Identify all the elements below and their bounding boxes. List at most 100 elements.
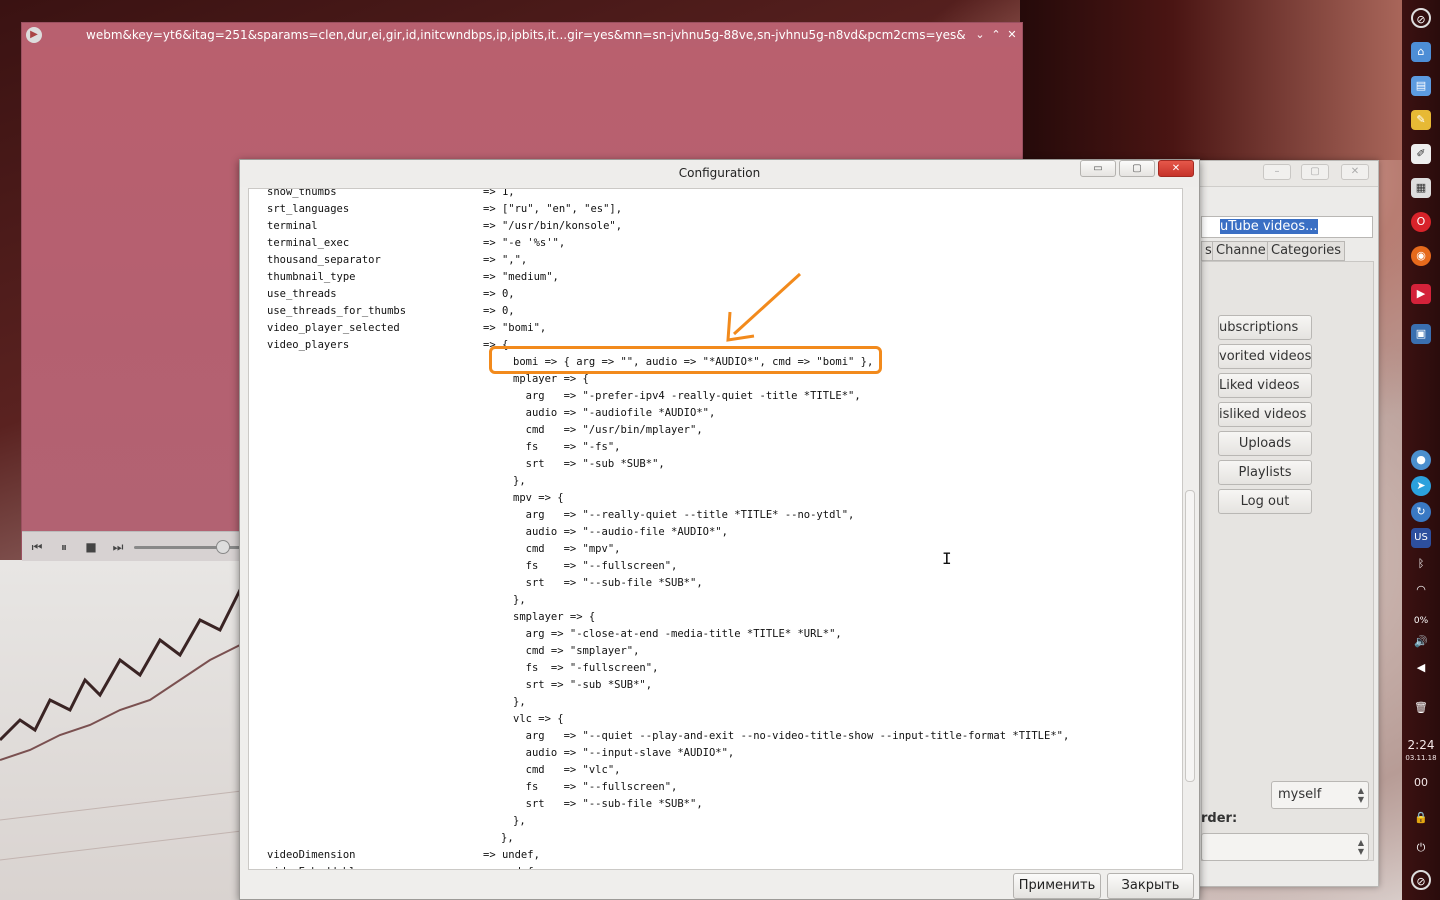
player-controls-bar: ⏮ ⏸ ■ ⏭ [22, 531, 252, 561]
uploads-button[interactable]: Uploads [1218, 431, 1312, 456]
telegram-icon[interactable]: ➤ [1411, 476, 1431, 496]
stop-icon[interactable]: ■ [82, 538, 100, 556]
youtube-icon[interactable]: ▶ [1411, 284, 1431, 304]
order-select[interactable]: ▲ ▼ [1201, 833, 1369, 861]
keyboard-layout-indicator[interactable]: US [1411, 528, 1431, 548]
config-nested-value: bomi => { arg => "", audio => "*AUDIO*",… [513, 356, 874, 368]
pause-icon[interactable]: ⏸ [55, 538, 73, 556]
firefox-icon[interactable]: ◉ [1411, 246, 1431, 266]
wifi-icon[interactable]: ◠ [1411, 580, 1431, 600]
text-editor-icon[interactable]: ✐ [1411, 144, 1431, 164]
config-value: => undef, [483, 849, 540, 861]
launcher-icon[interactable]: ⊘ [1411, 8, 1431, 28]
bomi-logo-icon: ▶ [26, 27, 42, 43]
config-nested-value: srt => "--sub-file *SUB*", [513, 577, 703, 589]
config-key: thousand_separator [267, 254, 381, 266]
liked-videos-button[interactable]: Liked videos [1218, 373, 1312, 398]
config-nested-value: smplayer => { [513, 611, 596, 623]
logout-button[interactable]: Log out [1218, 489, 1312, 514]
config-nested-value: }, [513, 815, 526, 827]
config-value: => "medium", [483, 271, 559, 283]
config-value: => ",", [483, 254, 528, 266]
close-button[interactable]: Закрыть [1107, 873, 1194, 899]
order-label: rder: [1201, 811, 1238, 826]
config-nested-value: arg => "-close-at-end -media-title *TITL… [513, 628, 842, 640]
opera-icon[interactable]: O [1411, 212, 1431, 232]
config-nested-value: mplayer => { [513, 373, 589, 385]
lock-icon[interactable]: 🔒 [1411, 808, 1431, 828]
yt-maximize-button[interactable]: ▢ [1301, 164, 1329, 180]
subscriptions-button[interactable]: ubscriptions [1218, 315, 1312, 340]
calculator-icon[interactable]: ▦ [1411, 178, 1431, 198]
trash-icon[interactable]: 🗑 [1411, 698, 1431, 718]
wallpaper-chart [0, 560, 250, 900]
clock-time[interactable]: 2:24 [1402, 738, 1440, 752]
collapse-arrow-icon[interactable]: ◀ [1411, 658, 1431, 678]
player-titlebar[interactable]: ▶ webm&key=yt6&itag=251&sparams=clen,dur… [22, 23, 1022, 47]
youtube-client-titlebar[interactable]: – ▢ ✕ [1181, 161, 1378, 187]
config-nested-value: cmd => "vlc", [513, 764, 621, 776]
config-nested-value: cmd => "smplayer", [513, 645, 640, 657]
home-folder-icon[interactable]: ⌂ [1411, 42, 1431, 62]
search-input[interactable]: uTube videos... [1201, 216, 1373, 238]
battery-indicator[interactable]: 0% [1411, 608, 1431, 628]
config-nested-value: }, [513, 594, 526, 606]
config-key: terminal [267, 220, 318, 232]
config-key: videoDimension [267, 849, 356, 861]
player-title: webm&key=yt6&itag=251&sparams=clen,dur,e… [86, 28, 966, 42]
player-maximize-button[interactable]: ⌃ [988, 23, 1004, 47]
user-select[interactable]: myself ▲ ▼ [1271, 781, 1369, 809]
config-key: use_threads [267, 288, 337, 300]
favorited-videos-button[interactable]: vorited videos [1218, 344, 1312, 369]
apply-button[interactable]: Применить [1013, 873, 1101, 899]
yt-close-button[interactable]: ✕ [1341, 164, 1369, 180]
config-key: srt_languages [267, 203, 350, 215]
update-icon[interactable]: ↻ [1411, 502, 1431, 522]
config-value: => "bomi", [483, 322, 547, 334]
tab-categories[interactable]: Categories [1267, 241, 1346, 261]
config-titlebar[interactable]: Configuration ▭ ▢ ✕ [240, 160, 1199, 187]
player-close-button[interactable]: ✕ [1004, 23, 1020, 47]
terminal-icon[interactable]: ▣ [1411, 324, 1431, 344]
config-minimize-button[interactable]: ▭ [1080, 160, 1116, 177]
config-text-editor[interactable]: show_thumbs => 1, srt_languages => ["ru", "… [248, 188, 1183, 870]
config-close-button[interactable]: ✕ [1158, 160, 1194, 177]
config-maximize-button[interactable]: ▢ [1119, 160, 1155, 177]
config-value: => "/usr/bin/konsole", [483, 220, 623, 232]
config-nested-value: mpv => { [513, 492, 564, 504]
config-value: => undef, [483, 864, 540, 869]
config-scrollbar[interactable] [1183, 188, 1197, 870]
config-nested-value: fs => "-fullscreen", [513, 662, 659, 674]
config-nested-value: audio => "-audiofile *AUDIO*", [513, 407, 716, 419]
config-scroll-thumb[interactable] [1185, 490, 1195, 782]
config-nested-value: fs => "--fullscreen", [513, 560, 678, 572]
previous-icon[interactable]: ⏮ [28, 538, 46, 556]
config-key: video_players [267, 339, 350, 351]
seek-handle[interactable] [216, 540, 230, 554]
config-key: terminal_exec [267, 237, 350, 249]
clock-date: 03.11.18 [1405, 754, 1437, 762]
config-nested-value: fs => "--fullscreen", [513, 781, 678, 793]
settings-icon[interactable]: ⊘ [1411, 870, 1431, 890]
volume-icon[interactable]: 🔊 [1411, 632, 1431, 652]
config-nested-value: arg => "-prefer-ipv4 -really-quiet -titl… [513, 390, 861, 402]
order-select-arrows-icon: ▲ ▼ [1357, 838, 1364, 856]
player-minimize-button[interactable]: ⌄ [972, 23, 988, 47]
text-cursor-icon: I [942, 549, 952, 568]
disliked-videos-button[interactable]: isliked videos [1218, 402, 1312, 427]
playlists-button[interactable]: Playlists [1218, 460, 1312, 485]
tab-channel[interactable]: Channel [1212, 241, 1274, 261]
bluetooth-icon[interactable]: ᛒ [1411, 554, 1431, 574]
config-nested-value: cmd => "/usr/bin/mplayer", [513, 424, 703, 436]
config-key: videoEmbeddable [267, 864, 362, 869]
power-icon[interactable]: ⏻ [1411, 838, 1431, 858]
yt-minimize-button[interactable]: – [1263, 164, 1291, 180]
file-manager-icon[interactable]: ▤ [1411, 76, 1431, 96]
browser-icon[interactable]: ● [1411, 450, 1431, 470]
wallpaper-top [1020, 0, 1402, 160]
config-value: => "-e '%s'", [483, 237, 566, 249]
notes-icon[interactable]: ✎ [1411, 110, 1431, 130]
next-icon[interactable]: ⏭ [109, 538, 127, 556]
workspace-indicator[interactable]: 00 [1402, 776, 1440, 789]
config-nested-value: }, [513, 696, 526, 708]
